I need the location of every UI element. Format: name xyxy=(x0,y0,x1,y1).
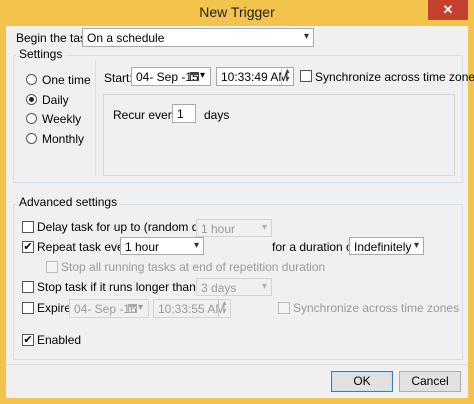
repeat-task-value: 1 hour xyxy=(125,240,160,254)
start-label: Start: xyxy=(104,71,133,85)
recur-input[interactable]: 1 xyxy=(172,104,196,123)
sync-timezones-checkbox[interactable] xyxy=(300,70,312,82)
expire-time-spinner[interactable]: ▲ ▼ xyxy=(218,300,230,317)
stop-running-checkbox[interactable] xyxy=(46,261,58,273)
stop-longer-select[interactable]: 3 days ▾ xyxy=(196,278,272,296)
window-title: New Trigger xyxy=(199,4,275,20)
chevron-down-icon: ▾ xyxy=(193,240,199,251)
chevron-down-icon: ▾ xyxy=(138,302,144,313)
begin-task-select[interactable]: On a schedule ▾ xyxy=(82,28,314,47)
title-bar: New Trigger ✕ xyxy=(0,0,474,26)
radio-daily[interactable] xyxy=(26,94,37,105)
radio-daily-label: Daily xyxy=(42,93,69,107)
window-frame-left xyxy=(0,26,6,404)
chevron-down-icon: ▾ xyxy=(261,281,267,292)
recur-unit: days xyxy=(204,108,230,122)
radio-monthly-label: Monthly xyxy=(42,132,85,146)
radio-weekly[interactable] xyxy=(26,113,37,124)
start-time-spinner[interactable]: ▲ ▼ xyxy=(281,68,293,85)
settings-group-title: Settings xyxy=(16,47,66,61)
expire-time-field[interactable]: 10:33:55 AM ▲ ▼ xyxy=(153,299,231,318)
cancel-button[interactable]: Cancel xyxy=(399,371,461,392)
begin-task-value: On a schedule xyxy=(87,31,165,45)
enabled-checkbox[interactable]: ✔ xyxy=(22,334,34,346)
recur-label: Recur every: xyxy=(113,108,182,122)
radio-weekly-label: Weekly xyxy=(42,112,82,126)
delay-task-checkbox[interactable] xyxy=(22,221,34,233)
chevron-down-icon: ▾ xyxy=(261,222,267,233)
radio-monthly[interactable] xyxy=(26,133,37,144)
start-time-value: 10:33:49 AM xyxy=(221,70,289,84)
stop-longer-value: 3 days xyxy=(201,281,237,295)
duration-select[interactable]: Indefinitely ▾ xyxy=(349,237,424,255)
recur-box xyxy=(103,94,455,176)
radio-one-time-label: One time xyxy=(42,73,91,87)
recur-value: 1 xyxy=(177,107,184,121)
duration-value: Indefinitely xyxy=(354,240,412,254)
ok-button[interactable]: OK xyxy=(331,371,393,392)
stop-longer-label: Stop task if it runs longer than: xyxy=(37,280,200,294)
stop-running-label: Stop all running tasks at end of repetit… xyxy=(61,260,326,274)
sync-timezones-label: Synchronize across time zones xyxy=(315,70,474,84)
start-date-picker[interactable]: 04- Sep -15 ▾ xyxy=(131,67,211,86)
checkmark-icon: ✔ xyxy=(23,334,33,346)
chevron-down-icon: ▾ xyxy=(413,240,419,251)
close-icon: ✕ xyxy=(442,2,454,17)
repeat-task-select[interactable]: 1 hour ▾ xyxy=(120,237,204,255)
close-button[interactable]: ✕ xyxy=(428,0,468,20)
duration-label: for a duration of: xyxy=(272,240,360,254)
expire-checkbox[interactable] xyxy=(22,302,34,314)
footer-separator xyxy=(6,364,468,365)
start-time-field[interactable]: 10:33:49 AM ▲ ▼ xyxy=(216,67,294,86)
delay-task-value: 1 hour xyxy=(201,222,236,236)
expire-sync-label: Synchronize across time zones xyxy=(293,301,460,315)
advanced-settings-title: Advanced settings xyxy=(16,195,121,209)
stop-longer-checkbox[interactable] xyxy=(22,281,34,293)
settings-divider xyxy=(95,60,96,176)
enabled-label: Enabled xyxy=(37,333,82,347)
chevron-down-icon: ▾ xyxy=(303,31,309,42)
expire-date-picker[interactable]: 04- Sep -16 ▾ xyxy=(69,299,149,318)
expire-sync-checkbox[interactable] xyxy=(278,302,290,314)
window-frame-bottom xyxy=(0,398,474,404)
delay-task-select[interactable]: 1 hour ▾ xyxy=(196,219,272,237)
calendar-icon xyxy=(190,72,199,81)
expire-time-value: 10:33:55 AM xyxy=(158,302,226,316)
chevron-down-icon: ▾ xyxy=(200,70,206,81)
calendar-icon xyxy=(128,304,137,313)
checkmark-icon: ✔ xyxy=(23,241,33,253)
repeat-task-checkbox[interactable]: ✔ xyxy=(22,241,34,253)
radio-one-time[interactable] xyxy=(26,74,37,85)
